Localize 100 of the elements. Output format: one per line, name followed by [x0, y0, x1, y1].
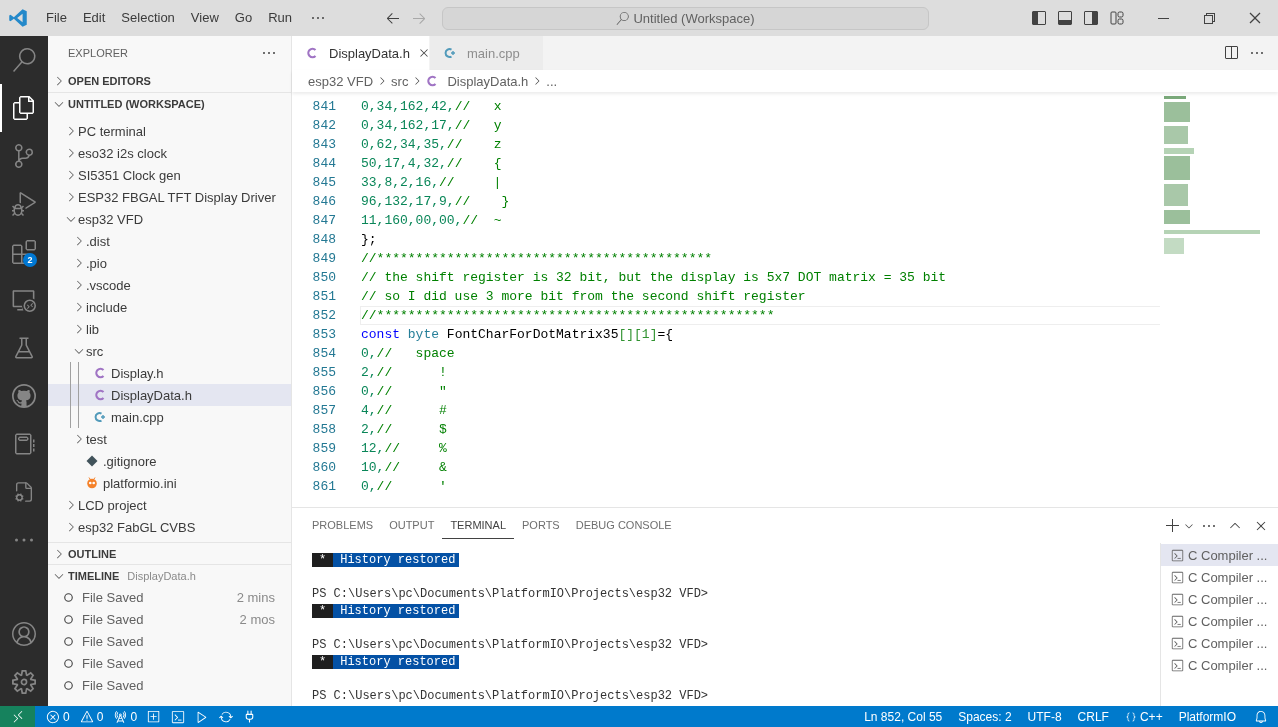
- terminal-icon[interactable]: [171, 709, 186, 724]
- breadcrumb-item[interactable]: src: [391, 73, 409, 89]
- settings-icon[interactable]: [12, 670, 36, 694]
- timeline-item[interactable]: File Saved 2 mos: [48, 608, 291, 630]
- tree-item[interactable]: .dist: [48, 230, 291, 252]
- terminal-session[interactable]: C Compiler ...: [1161, 588, 1278, 610]
- line-number: 858: [311, 422, 336, 437]
- search-icon[interactable]: [12, 48, 36, 72]
- tree-item[interactable]: lib: [48, 318, 291, 340]
- flask-icon[interactable]: [12, 336, 36, 360]
- line-number: 844: [311, 156, 336, 171]
- tree-item[interactable]: include: [48, 296, 291, 318]
- section-header[interactable]: OPEN EDITORS: [48, 70, 291, 92]
- code-line: 50,17,4,32,// {: [360, 155, 503, 173]
- line-number: 852: [311, 308, 336, 323]
- tree-item[interactable]: main.cpp: [48, 406, 291, 428]
- menu-item[interactable]: Go: [226, 7, 261, 29]
- file-gear-icon[interactable]: [13, 481, 35, 503]
- command-center-search[interactable]: Untitled (Workspace): [442, 6, 929, 30]
- search-icon: [616, 11, 630, 25]
- errors-status[interactable]: 0: [41, 706, 75, 727]
- terminal-icon: [1171, 636, 1184, 650]
- remote-icon[interactable]: [0, 706, 35, 727]
- account-icon[interactable]: [12, 622, 36, 646]
- terminal-session[interactable]: C Compiler ...: [1161, 654, 1278, 676]
- tree-item[interactable]: eso32 i2s clock: [48, 142, 291, 164]
- tree-item[interactable]: esp32 VFD: [48, 208, 291, 230]
- tree-item[interactable]: PC terminal: [48, 120, 291, 142]
- status-item[interactable]: PlatformIO: [1170, 706, 1244, 727]
- menu-item[interactable]: View: [182, 7, 227, 29]
- sync-icon[interactable]: [219, 709, 234, 724]
- cpp-file-icon: [94, 411, 106, 423]
- tree-item[interactable]: LCD project: [48, 494, 291, 516]
- section-header[interactable]: TIMELINE DisplayData.h: [48, 564, 291, 586]
- menu-item[interactable]: Edit: [74, 7, 114, 29]
- ports-icon: [113, 709, 128, 724]
- timeline-item[interactable]: File Saved: [48, 674, 291, 696]
- panel-tab[interactable]: PROBLEMS: [304, 512, 382, 539]
- line-number: 861: [311, 479, 336, 494]
- code-line: 96,132,17,9,// }: [360, 193, 511, 211]
- code-line: 4,// #: [360, 402, 448, 420]
- language-status[interactable]: C++: [1116, 706, 1171, 727]
- breadcrumb-item[interactable]: ...: [546, 73, 558, 89]
- breadcrumb-item[interactable]: esp32 VFD: [308, 73, 374, 89]
- line-number: 854: [311, 346, 336, 361]
- line-number: 846: [311, 194, 336, 209]
- notebook-icon[interactable]: [12, 432, 36, 456]
- new-icon[interactable]: [147, 709, 162, 724]
- panel-tab[interactable]: DEBUG CONSOLE: [567, 512, 680, 539]
- menu-item[interactable]: Selection: [113, 7, 183, 29]
- tree-item[interactable]: ESP32 FBGAL TFT Display Driver: [48, 186, 291, 208]
- panel-tab[interactable]: OUTPUT: [381, 512, 443, 539]
- tree-item[interactable]: .gitignore: [48, 450, 291, 472]
- tree-item[interactable]: .vscode: [48, 274, 291, 296]
- status-item[interactable]: CRLF: [1069, 706, 1117, 727]
- terminal-icon: [1171, 658, 1184, 672]
- terminal-session[interactable]: C Compiler ...: [1161, 632, 1278, 654]
- timeline-item[interactable]: File Saved: [48, 652, 291, 674]
- terminal-icon: [1171, 548, 1184, 562]
- line-number: 849: [311, 251, 336, 266]
- status-item[interactable]: Ln 852, Col 55: [856, 706, 951, 727]
- line-number: 850: [311, 270, 336, 285]
- warnings-status[interactable]: 0: [74, 706, 109, 727]
- terminal-session[interactable]: C Compiler ...: [1161, 610, 1278, 632]
- menu-item[interactable]: Run: [260, 7, 300, 29]
- tree-item[interactable]: DisplayData.h: [48, 384, 291, 406]
- c-file-icon: [426, 75, 439, 87]
- run-debug-icon[interactable]: [12, 192, 36, 216]
- panel-tab[interactable]: PORTS: [514, 512, 568, 539]
- section-header[interactable]: OUTLINE: [48, 542, 291, 564]
- source-control-icon[interactable]: [12, 144, 36, 168]
- status-item[interactable]: Spaces: 2: [950, 706, 1020, 727]
- timeline-item[interactable]: File Saved: [48, 630, 291, 652]
- menu-item[interactable]: File: [38, 7, 75, 29]
- braces-icon: [1124, 710, 1137, 723]
- tree-item[interactable]: esp32 FabGL CVBS: [48, 516, 291, 538]
- line-number: 859: [311, 441, 336, 456]
- files-icon[interactable]: [12, 96, 36, 120]
- line-number: 848: [311, 232, 336, 247]
- tree-item[interactable]: platformio.ini: [48, 472, 291, 494]
- history-banner: * History restored: [312, 603, 460, 618]
- terminal-session[interactable]: C Compiler ...: [1161, 544, 1278, 566]
- remote-monitor-icon[interactable]: [12, 288, 36, 312]
- tree-item[interactable]: .pio: [48, 252, 291, 274]
- breadcrumb-item[interactable]: DisplayData.h: [426, 73, 529, 89]
- timeline-item[interactable]: File Saved 2 mins: [48, 586, 291, 608]
- editor-tab[interactable]: DisplayData.h: [292, 36, 430, 70]
- code-line: 2,// !: [360, 364, 448, 382]
- status-item[interactable]: UTF-8: [1019, 706, 1070, 727]
- line-number: 857: [311, 403, 336, 418]
- code-line: // the shift register is 32 bit, but the display is 5x7 DOT matrix = 35 bit: [360, 269, 948, 287]
- section-header[interactable]: UNTITLED (WORKSPACE): [48, 92, 291, 114]
- tree-item[interactable]: test: [48, 428, 291, 450]
- tree-item[interactable]: src: [48, 340, 291, 362]
- tree-item[interactable]: SI5351 Clock gen: [48, 164, 291, 186]
- panel-tab[interactable]: TERMINAL: [442, 512, 514, 539]
- ports-status[interactable]: 0: [108, 706, 143, 727]
- code-line: 33,8,2,16,// |: [360, 174, 503, 192]
- terminal-session[interactable]: C Compiler ...: [1161, 566, 1278, 588]
- github-icon[interactable]: [12, 384, 36, 408]
